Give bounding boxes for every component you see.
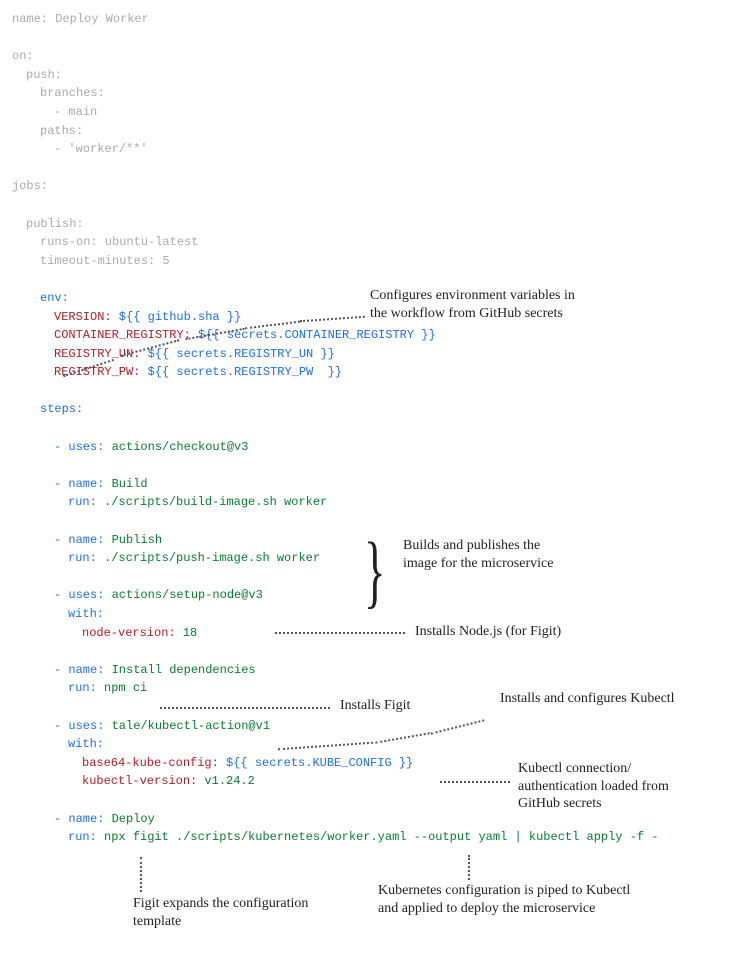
annotation-kubectl: Installs and configures Kubectl [500,690,680,708]
step-kubectl-action: - uses: tale/kubectl-action@v1 [12,717,730,736]
line-branches-main: - main [12,103,730,122]
annotation-kubeconfig: Kubectl connection/ authentication loade… [518,760,698,813]
line-timeout: timeout-minutes: 5 [12,252,730,271]
line-steps: steps: [12,400,730,419]
connector-dots [275,632,405,634]
line-on: on: [12,47,730,66]
line-name: name: Deploy Worker [12,10,730,29]
annotation-build-publish: Builds and publishes the image for the m… [403,537,573,572]
connector-dots [160,707,330,709]
step-install-deps-name: - name: Install dependencies [12,661,730,680]
line-jobs: jobs: [12,177,730,196]
connector-dots [468,855,470,880]
step-deploy-run: run: npx figit ./scripts/kubernetes/work… [12,828,730,847]
connector-dots [440,781,510,783]
step-checkout: - uses: actions/checkout@v3 [12,438,730,457]
line-paths-worker: - 'worker/**' [12,140,730,159]
annotation-figit-expand: Figit expands the configuration template [133,895,323,930]
line-env-registry: CONTAINER_REGISTRY: ${{ secrets.CONTAINE… [12,326,730,345]
annotation-figit: Installs Figit [340,697,460,715]
line-env-pw: REGISTRY_PW: ${{ secrets.REGISTRY_PW }} [12,363,730,382]
line-runs-on: runs-on: ubuntu-latest [12,233,730,252]
yaml-code-block: name: Deploy Worker on: push: branches: … [12,10,730,847]
step-build-name: - name: Build [12,475,730,494]
line-branches: branches: [12,84,730,103]
annotation-env: Configures environment variables in the … [370,287,580,322]
annotation-node: Installs Node.js (for Figit) [415,623,665,641]
line-push: push: [12,66,730,85]
line-publish: publish: [12,215,730,234]
step-kubectl-with: with: [12,735,730,754]
brace-icon: } [364,542,386,599]
step-build-run: run: ./scripts/build-image.sh worker [12,493,730,512]
connector-dots [140,857,142,892]
annotation-pipe-kubectl: Kubernetes configuration is piped to Kub… [378,882,638,917]
line-paths: paths: [12,122,730,141]
